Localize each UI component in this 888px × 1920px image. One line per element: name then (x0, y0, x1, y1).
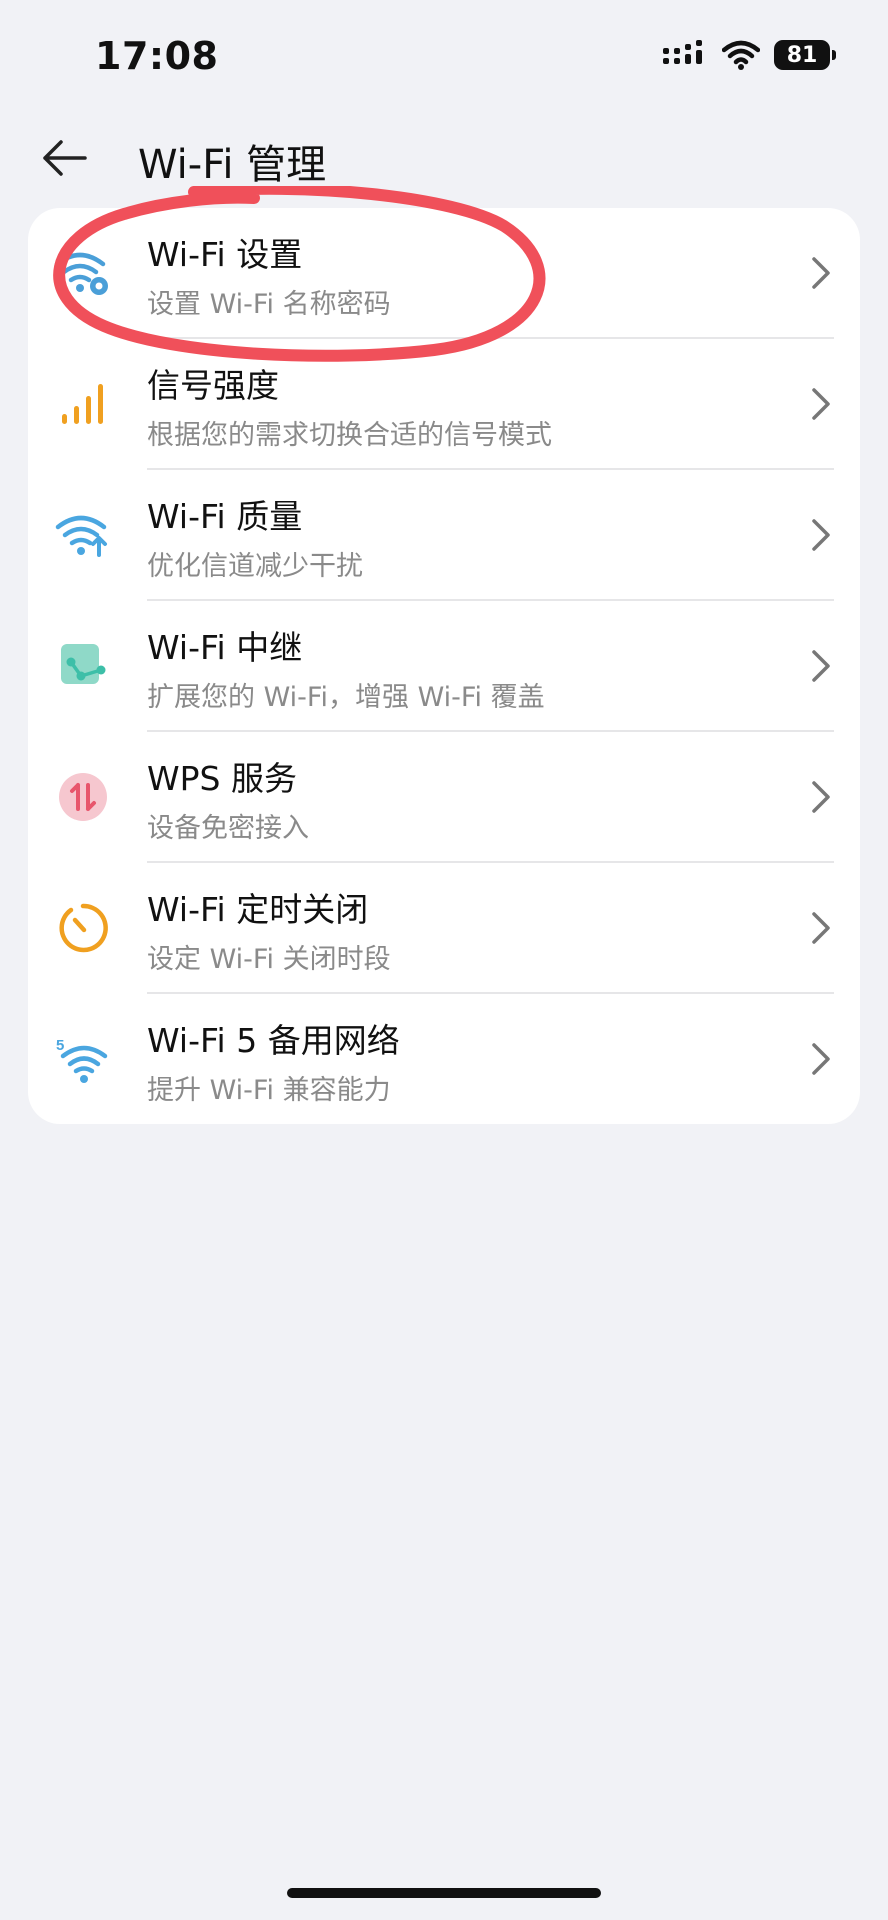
item-subtitle: 设备免密接入 (147, 813, 309, 844)
wps-icon (50, 764, 116, 830)
wifi-settings-icon (50, 240, 116, 306)
signal-strength-icon (50, 371, 116, 437)
wifi-5-backup-icon: 5 (50, 1026, 116, 1092)
item-title: Wi-Fi 定时关闭 (147, 890, 369, 929)
status-bar: 17:08 81 (0, 0, 888, 110)
battery-icon: 81 (774, 40, 836, 70)
item-subtitle: 设定 Wi-Fi 关闭时段 (147, 944, 391, 975)
back-button[interactable] (36, 130, 92, 186)
wifi-status-icon (722, 40, 760, 70)
page-title: Wi-Fi 管理 (138, 142, 327, 188)
item-title: WPS 服务 (147, 759, 297, 798)
cellular-signal-icon (663, 40, 702, 64)
item-subtitle: 设置 Wi-Fi 名称密码 (147, 289, 391, 320)
list-item-wifi-quality[interactable]: Wi-Fi 质量 优化信道减少干扰 (28, 470, 860, 601)
item-subtitle: 提升 Wi-Fi 兼容能力 (147, 1075, 391, 1106)
item-subtitle: 优化信道减少干扰 (147, 551, 363, 582)
list-item-signal-strength[interactable]: 信号强度 根据您的需求切换合适的信号模式 (28, 339, 860, 470)
chevron-right-icon (812, 912, 830, 944)
status-time: 17:08 (95, 34, 219, 78)
chevron-right-icon (812, 519, 830, 551)
list-item-wifi-settings[interactable]: Wi-Fi 设置 设置 Wi-Fi 名称密码 (28, 208, 860, 339)
svg-text:5: 5 (56, 1037, 64, 1054)
chevron-right-icon (812, 650, 830, 682)
list-item-wps-service[interactable]: WPS 服务 设备免密接入 (28, 732, 860, 863)
wifi-relay-icon (50, 633, 116, 699)
list-item-wifi-relay[interactable]: Wi-Fi 中继 扩展您的 Wi-Fi，增强 Wi-Fi 覆盖 (28, 601, 860, 732)
chevron-right-icon (812, 1043, 830, 1075)
wifi-quality-icon (50, 502, 116, 568)
chevron-right-icon (812, 257, 830, 289)
item-title: Wi-Fi 中继 (147, 628, 303, 667)
item-title: Wi-Fi 设置 (147, 235, 303, 274)
header: Wi-Fi 管理 (0, 118, 888, 198)
chevron-right-icon (812, 388, 830, 420)
item-subtitle: 扩展您的 Wi-Fi，增强 Wi-Fi 覆盖 (147, 682, 545, 713)
item-title: Wi-Fi 质量 (147, 497, 303, 536)
list-item-wifi-timer[interactable]: Wi-Fi 定时关闭 设定 Wi-Fi 关闭时段 (28, 863, 860, 994)
item-subtitle: 根据您的需求切换合适的信号模式 (147, 420, 552, 451)
back-arrow-icon (43, 140, 87, 176)
timer-icon (50, 895, 116, 961)
status-icons: 81 (662, 40, 836, 70)
item-title: 信号强度 (147, 366, 279, 405)
settings-list: Wi-Fi 设置 设置 Wi-Fi 名称密码 信号强度 根据您的需求切换合适的信… (28, 208, 860, 1124)
chevron-right-icon (812, 781, 830, 813)
list-item-wifi-5-backup[interactable]: 5 Wi-Fi 5 备用网络 提升 Wi-Fi 兼容能力 (28, 994, 860, 1124)
home-indicator[interactable] (287, 1888, 601, 1898)
item-title: Wi-Fi 5 备用网络 (147, 1021, 400, 1060)
